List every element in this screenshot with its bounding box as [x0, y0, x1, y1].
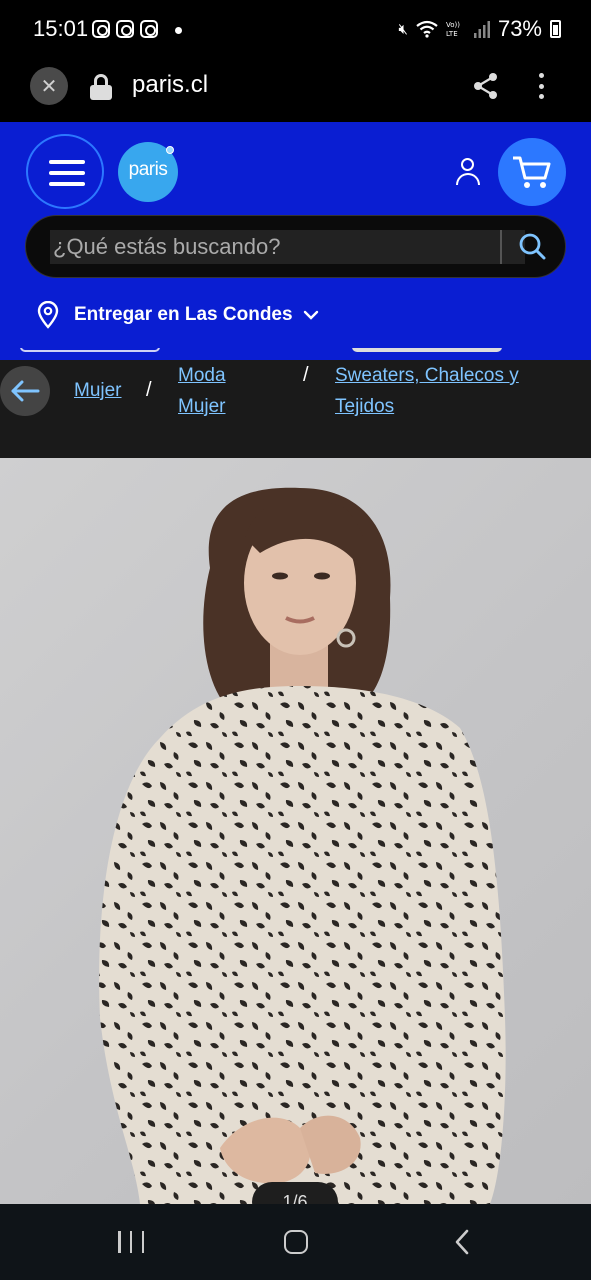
delivery-location-label: Entregar en Las Condes [74, 304, 293, 325]
delivery-location-selector[interactable]: Entregar en Las Condes [36, 300, 319, 330]
search-icon[interactable] [517, 231, 547, 261]
battery-percent: 73% [497, 16, 542, 41]
search-divider [500, 230, 502, 264]
instagram-icon [116, 20, 134, 38]
search-input[interactable]: ¿Qué estás buscando? [50, 230, 525, 264]
cart-button[interactable] [498, 138, 566, 206]
breadcrumb: Mujer / Moda Mujer / Sweaters, Chalecos … [0, 360, 591, 458]
signal-icon [473, 21, 490, 38]
url-field[interactable]: paris.cl [132, 71, 208, 99]
share-icon[interactable] [472, 72, 500, 100]
battery-icon [550, 20, 561, 38]
arrow-left-icon [11, 380, 40, 402]
mute-icon: 🔇︎ [398, 20, 408, 38]
notification-icons [92, 20, 158, 38]
breadcrumb-sweaters[interactable]: Sweaters, Chalecos y Tejidos [335, 360, 519, 422]
svg-text:LTE: LTE [446, 30, 458, 38]
menu-button[interactable] [26, 134, 104, 209]
back-nav-icon[interactable] [452, 1228, 472, 1256]
system-status: 🔇︎ Vo)) LTE 73% [398, 16, 561, 42]
home-icon[interactable] [284, 1230, 308, 1254]
product-image[interactable] [0, 458, 591, 1204]
status-time: 15:01 [33, 16, 89, 41]
promo-banner-peek [0, 348, 591, 360]
browser-toolbar: ✕ paris.cl [0, 58, 591, 122]
more-notifications-dot [175, 27, 182, 34]
breadcrumb-separator: / [303, 364, 309, 386]
lock-icon[interactable] [90, 74, 112, 100]
user-account-icon[interactable] [454, 158, 482, 186]
recents-icon[interactable] [118, 1231, 144, 1253]
instagram-icon [92, 20, 110, 38]
wifi-icon [416, 20, 438, 38]
more-options-button[interactable] [535, 70, 547, 102]
product-photo [99, 487, 506, 1204]
location-pin-icon [37, 301, 59, 329]
system-navigation-bar [0, 1204, 591, 1280]
breadcrumb-mujer[interactable]: Mujer [74, 375, 122, 406]
status-bar: 15:01 🔇︎ Vo)) LTE 73% [0, 0, 591, 58]
chevron-down-icon [303, 310, 318, 320]
close-tab-button[interactable]: ✕ [30, 67, 68, 105]
breadcrumb-moda-mujer[interactable]: Moda Mujer [178, 360, 226, 422]
volte-icon: Vo)) LTE [446, 21, 460, 38]
svg-text:Vo)): Vo)) [446, 21, 460, 29]
instagram-icon [140, 20, 158, 38]
cart-icon [513, 156, 551, 188]
logo-dot [166, 146, 174, 154]
site-header: paris ¿Qué estás buscando? Entregar en L… [0, 122, 591, 348]
breadcrumb-separator: / [146, 379, 152, 401]
search-bar: ¿Qué estás buscando? [25, 215, 566, 278]
back-button[interactable] [0, 366, 50, 416]
